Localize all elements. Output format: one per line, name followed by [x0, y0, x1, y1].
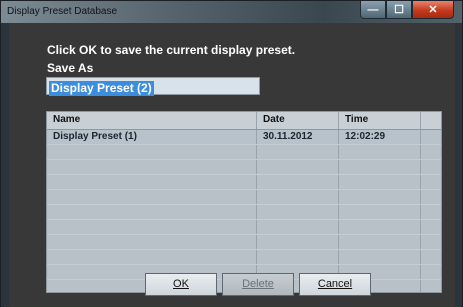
cell-date: 30.11.2012 — [257, 130, 339, 144]
preset-database-window: Display Preset Database — ☐ ✕ Click OK t… — [0, 0, 463, 307]
minimize-button[interactable]: — — [360, 1, 386, 19]
window-border-right — [455, 23, 462, 307]
cancel-button[interactable]: Cancel — [299, 273, 371, 296]
empty-row — [47, 145, 441, 160]
save-as-label: Save As — [47, 61, 94, 75]
table-header: Name Date Time — [47, 112, 441, 130]
empty-row — [47, 175, 441, 190]
maximize-button[interactable]: ☐ — [386, 1, 412, 19]
column-header-filler — [421, 112, 441, 129]
empty-row — [47, 250, 441, 265]
window-title: Display Preset Database — [7, 6, 118, 17]
empty-row — [47, 160, 441, 175]
column-header-time[interactable]: Time — [339, 112, 421, 129]
close-icon: ✕ — [428, 4, 438, 16]
cell-name: Display Preset (1) — [47, 130, 257, 144]
column-header-name[interactable]: Name — [47, 112, 257, 129]
column-header-date[interactable]: Date — [257, 112, 339, 129]
maximize-icon: ☐ — [394, 4, 404, 16]
empty-row — [47, 190, 441, 205]
instruction-text: Click OK to save the current display pre… — [47, 43, 296, 57]
preset-name-input[interactable]: Display Preset (2) — [46, 77, 260, 96]
title-bar[interactable]: Display Preset Database — ☐ ✕ — [1, 1, 462, 23]
window-border-left — [1, 23, 9, 307]
preset-name-value: Display Preset (2) — [49, 81, 154, 96]
ok-button[interactable]: OK — [145, 273, 217, 296]
dialog-body: Click OK to save the current display pre… — [9, 23, 455, 307]
window-controls: — ☐ ✕ — [360, 1, 454, 21]
delete-button[interactable]: Delete — [222, 273, 294, 296]
table-row[interactable]: Display Preset (1) 30.11.2012 12:02:29 — [47, 130, 441, 145]
minimize-icon: — — [367, 3, 379, 16]
empty-row — [47, 205, 441, 220]
cell-time: 12:02:29 — [339, 130, 421, 144]
presets-table[interactable]: Name Date Time Display Preset (1) 30.11.… — [46, 111, 442, 293]
cell-filler — [421, 130, 441, 144]
empty-row — [47, 235, 441, 250]
empty-row — [47, 220, 441, 235]
close-button[interactable]: ✕ — [412, 1, 454, 19]
